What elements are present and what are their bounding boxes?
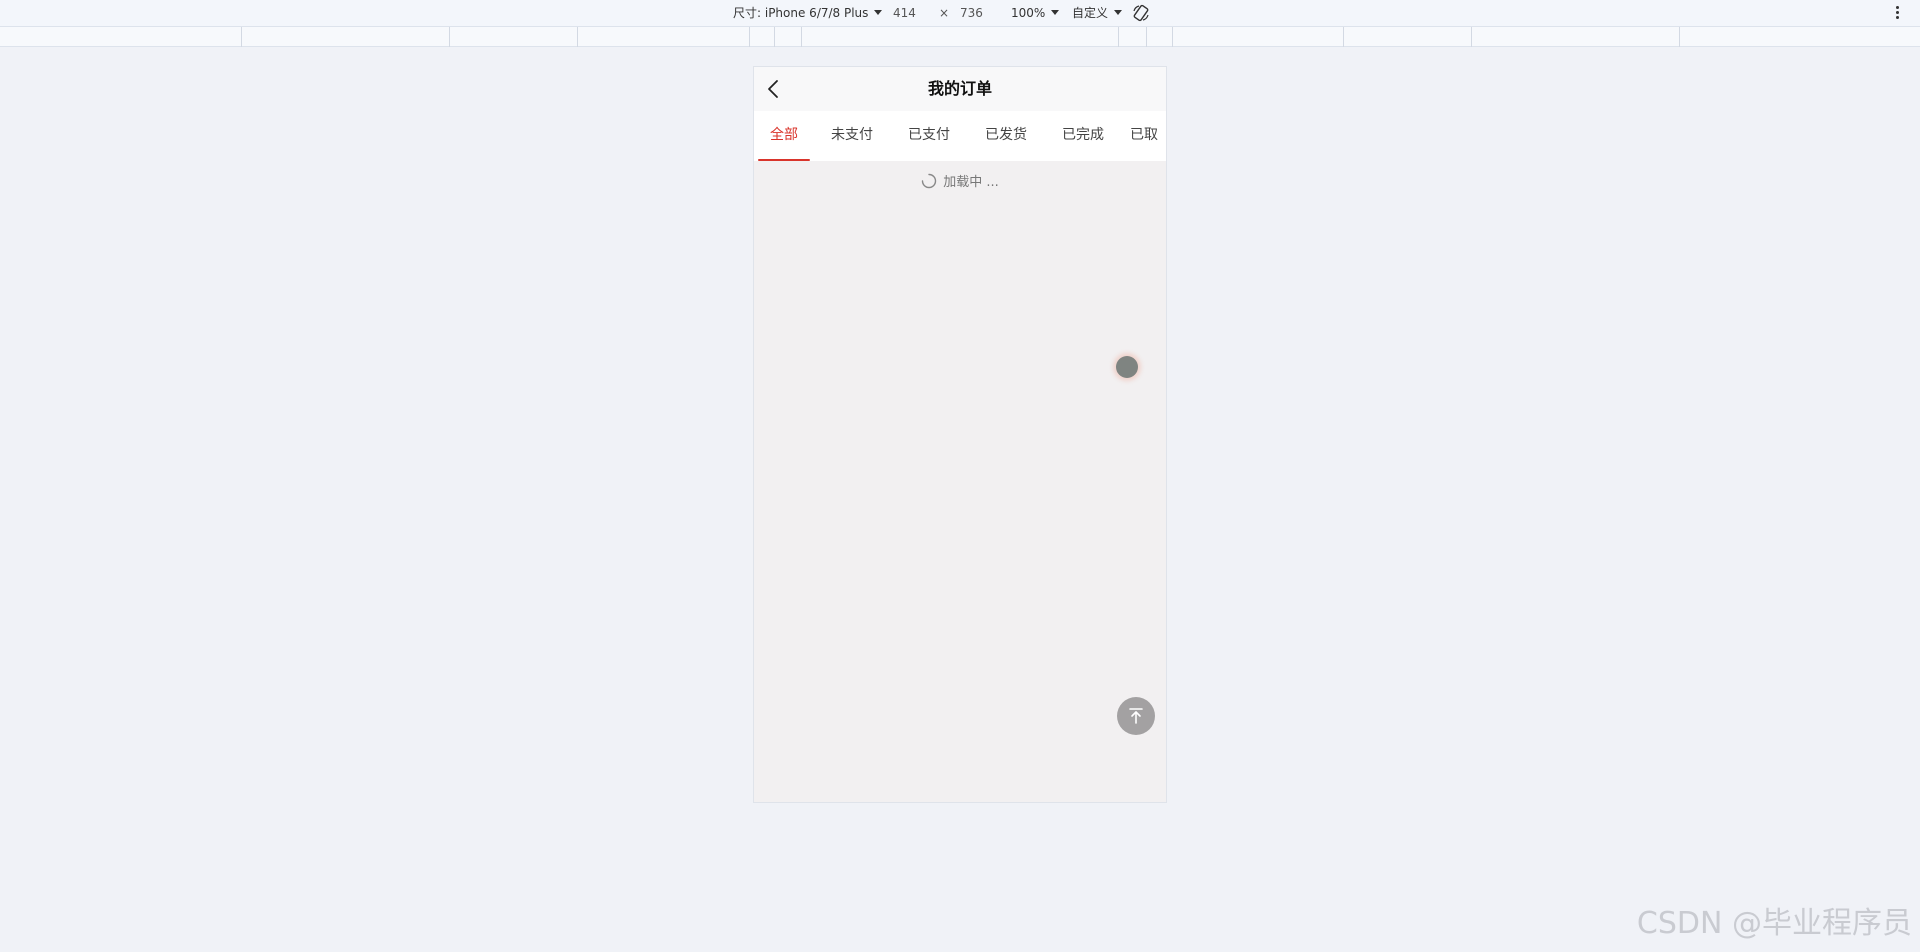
nav-bar: 我的订单 [754, 67, 1166, 111]
device-viewport: 我的订单 全部 未支付 已支付 已发货 已完成 已取 加载中 ... [753, 66, 1167, 803]
device-toolbar: 尺寸: iPhone 6/7/8 Plus 414 × 736 100% 自定义 [0, 0, 1920, 27]
tab-all[interactable]: 全部 [758, 111, 810, 161]
width-input[interactable]: 414 [893, 0, 916, 27]
watermark: CSDN @毕业程序员 [1636, 906, 1912, 941]
ruler-tick [1172, 27, 1173, 47]
throttle-select-label: 自定义 [1072, 6, 1109, 20]
zoom-select[interactable]: 100% [1011, 0, 1060, 27]
tab-paid[interactable]: 已支付 [899, 111, 959, 161]
loading-indicator: 加载中 ... [754, 173, 1166, 193]
loading-text: 加载中 ... [943, 175, 999, 190]
tab-label: 全部 [770, 127, 798, 143]
ruler-tick [449, 27, 450, 47]
ruler-tick [749, 27, 750, 47]
device-select-label: 尺寸: iPhone 6/7/8 Plus [733, 6, 869, 20]
ruler-tick [1118, 27, 1119, 47]
device-select[interactable]: 尺寸: iPhone 6/7/8 Plus [733, 0, 883, 27]
ruler-tick [774, 27, 775, 47]
ruler-tick [1343, 27, 1344, 47]
tab-label: 已完成 [1062, 127, 1104, 143]
caret-down-icon [874, 10, 883, 15]
tab-label: 已发货 [985, 127, 1027, 143]
tab-label: 未支付 [831, 127, 873, 143]
dimension-separator: × [939, 6, 950, 20]
ruler-tick [801, 27, 802, 47]
spinner-icon [922, 173, 937, 189]
active-tab-indicator [758, 159, 810, 161]
page-title: 我的订单 [927, 79, 992, 98]
media-query-ruler[interactable] [0, 27, 1920, 47]
tab-unpaid[interactable]: 未支付 [822, 111, 882, 161]
height-input[interactable]: 736 [960, 0, 983, 27]
tab-shipped[interactable]: 已发货 [976, 111, 1036, 161]
arrow-up-to-line-icon [1129, 708, 1143, 724]
ruler-tick [241, 27, 242, 47]
rotate-device-icon[interactable] [1132, 4, 1150, 22]
tab-label: 已支付 [908, 127, 950, 143]
more-options-icon[interactable] [1893, 4, 1901, 22]
tab-label: 已取 [1130, 127, 1158, 143]
touch-cursor-indicator [1116, 356, 1138, 378]
order-status-tabs: 全部 未支付 已支付 已发货 已完成 已取 [754, 111, 1166, 161]
back-to-top-button[interactable] [1117, 697, 1155, 735]
ruler-tick [577, 27, 578, 47]
caret-down-icon [1114, 10, 1123, 15]
caret-down-icon [1051, 10, 1060, 15]
throttle-select[interactable]: 自定义 [1072, 0, 1123, 27]
zoom-select-label: 100% [1011, 6, 1046, 20]
tab-completed[interactable]: 已完成 [1053, 111, 1113, 161]
ruler-tick [1146, 27, 1147, 47]
ruler-tick [1679, 27, 1680, 47]
tab-cancelled[interactable]: 已取 [1130, 111, 1166, 161]
ruler-tick [1471, 27, 1472, 47]
